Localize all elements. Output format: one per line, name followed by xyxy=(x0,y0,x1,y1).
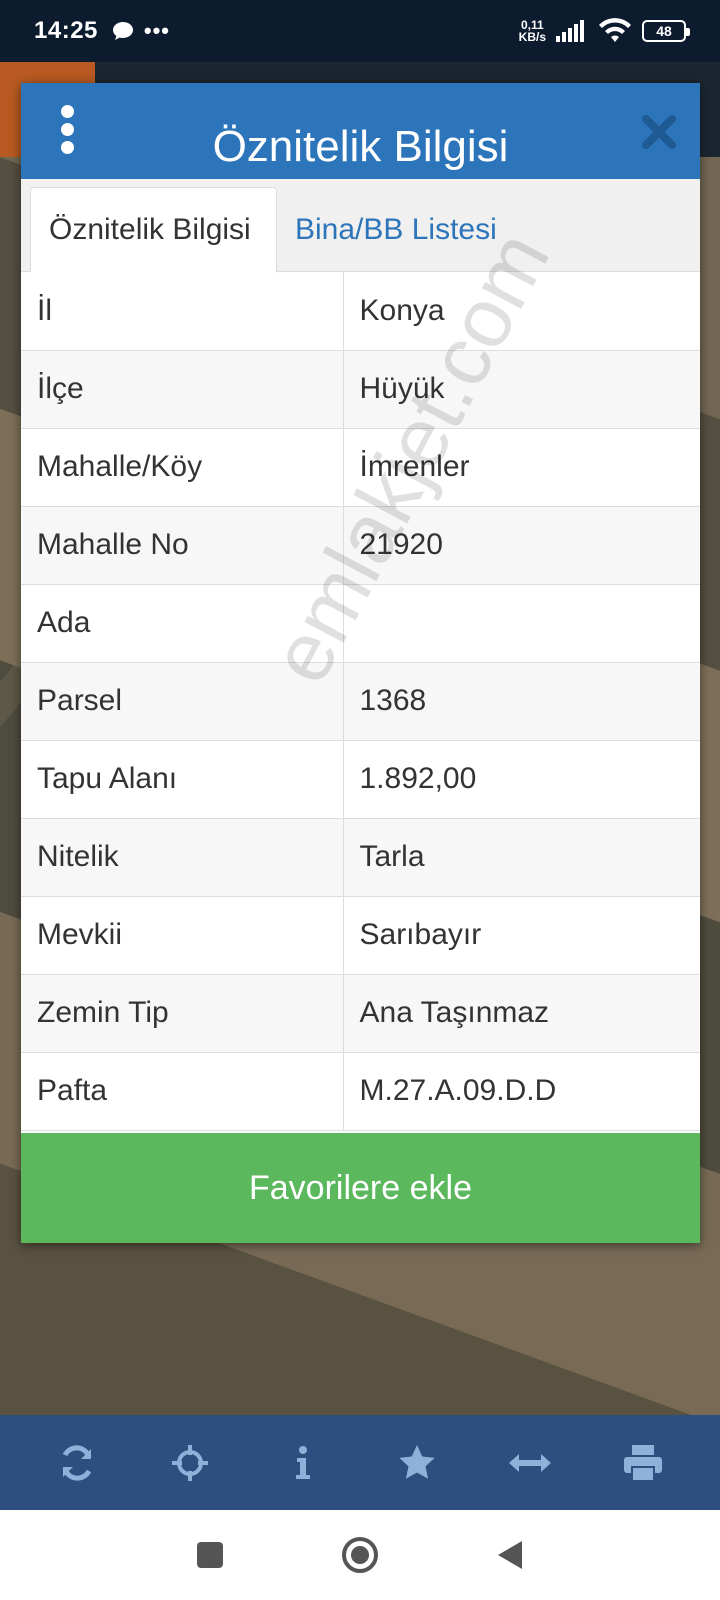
attr-key: İlçe xyxy=(21,350,344,429)
attr-key: Tapu Alanı xyxy=(21,740,344,819)
print-icon[interactable] xyxy=(618,1438,668,1488)
attr-value: 1.892,00 xyxy=(343,740,700,819)
table-row: Mahalle/Köy İmrenler xyxy=(21,428,700,507)
table-row: İlçe Hüyük xyxy=(21,350,700,429)
info-icon[interactable] xyxy=(278,1438,328,1488)
table-row: Parsel 1368 xyxy=(21,662,700,741)
table-row: Nitelik Tarla xyxy=(21,818,700,897)
wifi-icon xyxy=(599,18,631,42)
attr-key: Nitelik xyxy=(21,818,344,897)
network-speed: 0,11 KB/s xyxy=(518,18,546,44)
star-icon[interactable] xyxy=(392,1438,442,1488)
attr-value xyxy=(343,584,700,663)
attr-value: Sarıbayır xyxy=(343,896,700,975)
attr-value: Tarla xyxy=(343,818,700,897)
recents-square-icon[interactable] xyxy=(190,1535,230,1575)
attr-value: 21920 xyxy=(343,506,700,585)
attr-key: Parsel xyxy=(21,662,344,741)
status-more-dots: ••• xyxy=(143,18,170,43)
table-row: Mevkii Sarıbayır xyxy=(21,896,700,975)
attr-value: Konya xyxy=(343,272,700,351)
dialog-tabs: Öznitelik Bilgisi Bina/BB Listesi xyxy=(21,179,700,273)
add-to-favorites-button[interactable]: Favorilere ekle xyxy=(21,1133,700,1243)
tab-building-list[interactable]: Bina/BB Listesi xyxy=(277,187,515,273)
android-nav-bar xyxy=(0,1510,720,1600)
attr-key: Mahalle/Köy xyxy=(21,428,344,507)
attr-key: Ada xyxy=(21,584,344,663)
table-row: Mahalle No 21920 xyxy=(21,506,700,585)
home-circle-icon[interactable] xyxy=(340,1535,380,1575)
measure-arrows-icon[interactable] xyxy=(505,1438,555,1488)
back-triangle-icon[interactable] xyxy=(490,1535,530,1575)
attr-key: Pafta xyxy=(21,1052,344,1131)
battery-indicator: 48 xyxy=(642,20,690,42)
attribute-table: İl Konya İlçe Hüyük Mahalle/Köy İmrenler Ma… xyxy=(21,272,700,1131)
attr-key: Mahalle No xyxy=(21,506,344,585)
table-row: İl Konya xyxy=(21,272,700,351)
dialog-title: Öznitelik Bilgisi xyxy=(212,122,509,171)
attr-value: Ana Taşınmaz xyxy=(343,974,700,1053)
attr-value: M.27.A.09.D.D xyxy=(343,1052,700,1131)
status-right-cluster: 0,11 KB/s 48 xyxy=(518,18,690,44)
attribute-info-dialog: Öznitelik Bilgisi Öznitelik Bilgisi Bina… xyxy=(21,83,700,1243)
attr-value: İmrenler xyxy=(343,428,700,507)
signal-icon xyxy=(556,20,584,42)
tab-attribute-info[interactable]: Öznitelik Bilgisi xyxy=(30,187,277,273)
message-bubble-icon xyxy=(112,22,133,40)
attr-value: Hüyük xyxy=(343,350,700,429)
attr-key: Mevkii xyxy=(21,896,344,975)
refresh-icon[interactable] xyxy=(52,1438,102,1488)
attr-key: İl xyxy=(21,272,344,351)
status-time: 14:25 xyxy=(34,17,98,44)
status-bar: 14:25 ••• 0,11 KB/s 48 xyxy=(0,0,720,62)
table-row: Zemin Tip Ana Taşınmaz xyxy=(21,974,700,1053)
table-row: Pafta M.27.A.09.D.D xyxy=(21,1052,700,1131)
dialog-header: Öznitelik Bilgisi xyxy=(21,83,700,179)
attr-key: Zemin Tip xyxy=(21,974,344,1053)
attr-value: 1368 xyxy=(343,662,700,741)
bottom-map-toolbar xyxy=(0,1415,720,1510)
table-row: Tapu Alanı 1.892,00 xyxy=(21,740,700,819)
table-row: Ada xyxy=(21,584,700,663)
crosshair-icon[interactable] xyxy=(165,1438,215,1488)
close-icon[interactable] xyxy=(640,113,678,151)
vertical-dots-menu-icon[interactable] xyxy=(55,105,79,155)
